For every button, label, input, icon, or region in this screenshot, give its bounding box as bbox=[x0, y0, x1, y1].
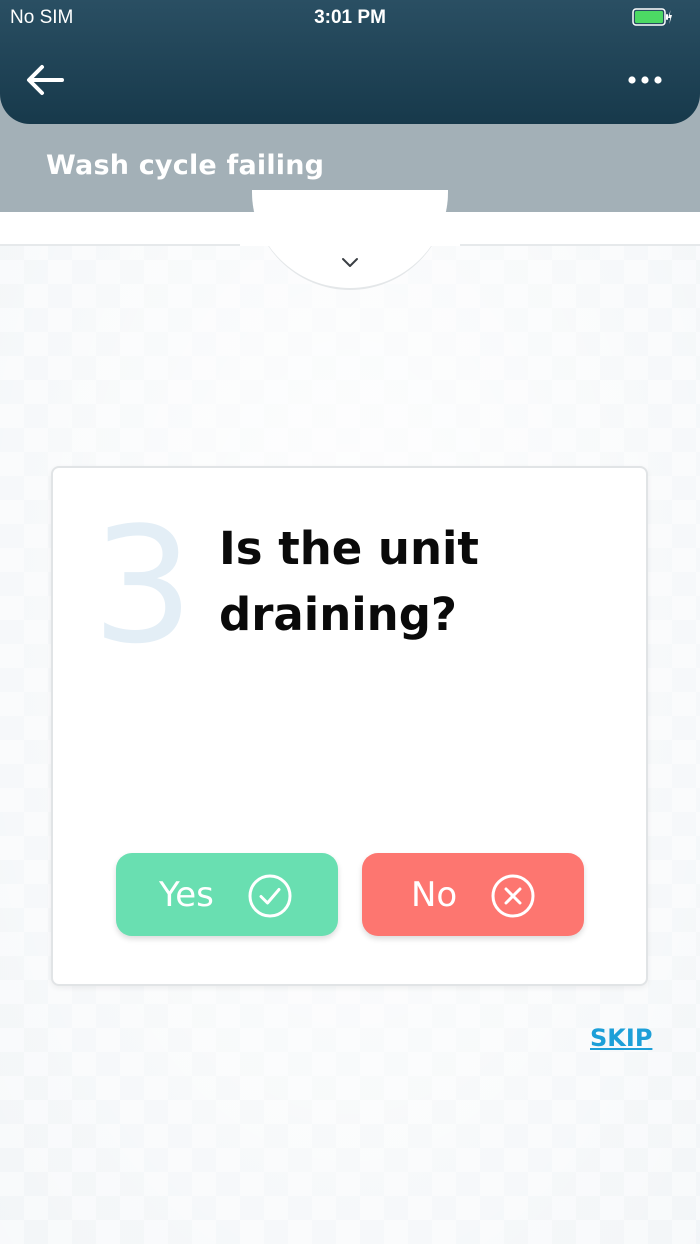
battery-charging-icon bbox=[632, 8, 672, 26]
top-navigation-bar: No SIM 3:01 PM bbox=[0, 0, 700, 124]
x-circle-icon bbox=[491, 874, 535, 918]
clock: 3:01 PM bbox=[314, 7, 386, 28]
check-circle-icon bbox=[248, 874, 292, 918]
yes-button[interactable]: Yes bbox=[116, 853, 338, 936]
issue-title: Wash cycle failing bbox=[46, 150, 325, 181]
more-horizontal-icon bbox=[628, 76, 662, 84]
question-text: Is the unit draining? bbox=[219, 522, 479, 641]
back-button[interactable] bbox=[22, 58, 68, 102]
expander-notch-cover bbox=[240, 212, 460, 246]
no-button[interactable]: No bbox=[362, 853, 584, 936]
chevron-down-icon[interactable] bbox=[340, 256, 360, 270]
arrow-left-icon bbox=[27, 65, 64, 95]
more-options-button[interactable] bbox=[622, 66, 668, 94]
no-button-label: No bbox=[411, 875, 458, 915]
yes-button-label: Yes bbox=[159, 875, 214, 915]
status-bar: No SIM 3:01 PM bbox=[0, 0, 700, 36]
step-number: 3 bbox=[92, 492, 194, 679]
skip-link[interactable]: SKIP bbox=[590, 1024, 652, 1052]
